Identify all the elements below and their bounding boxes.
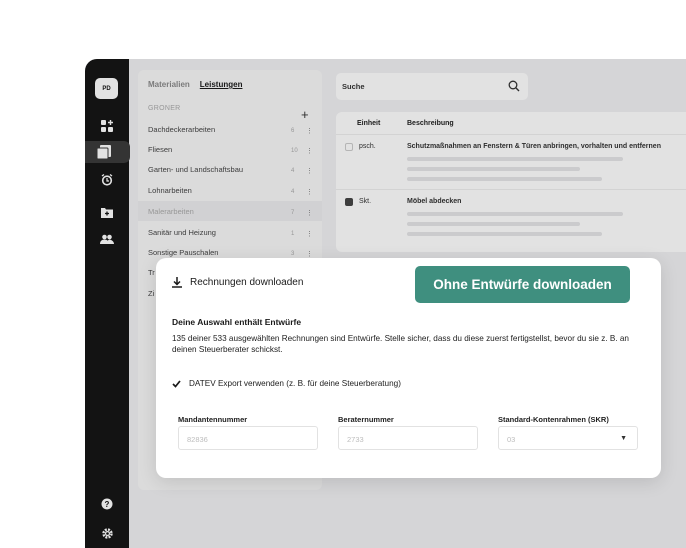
- datev-export-checkbox[interactable]: DATEV Export verwenden (z. B. für deine …: [172, 379, 401, 388]
- skr-label: Standard-Kontenrahmen (SKR): [498, 415, 609, 424]
- check-icon: [172, 379, 181, 388]
- advisor-number-input[interactable]: 2733: [338, 426, 478, 450]
- dialog-title: Rechnungen downloaden: [190, 277, 304, 288]
- skr-select[interactable]: 03 ▼: [498, 426, 638, 450]
- advisor-number-label: Beraternummer: [338, 415, 394, 424]
- datev-export-label: DATEV Export verwenden (z. B. für deine …: [189, 379, 401, 388]
- notice-heading: Deine Auswahl enthält Entwürfe: [172, 317, 302, 327]
- client-number-input[interactable]: 82836: [178, 426, 318, 450]
- modal-overlay: Rechnungen downloaden Ohne Entwürfe down…: [0, 0, 686, 548]
- download-without-drafts-button[interactable]: Ohne Entwürfe downloaden: [415, 266, 630, 303]
- download-icon: [172, 277, 182, 288]
- client-number-label: Mandantennummer: [178, 415, 248, 424]
- notice-body: 135 deiner 533 ausgewählten Rechnungen s…: [172, 334, 629, 354]
- download-invoices-dialog: Rechnungen downloaden Ohne Entwürfe down…: [156, 258, 661, 478]
- caret-down-icon: ▼: [620, 435, 627, 442]
